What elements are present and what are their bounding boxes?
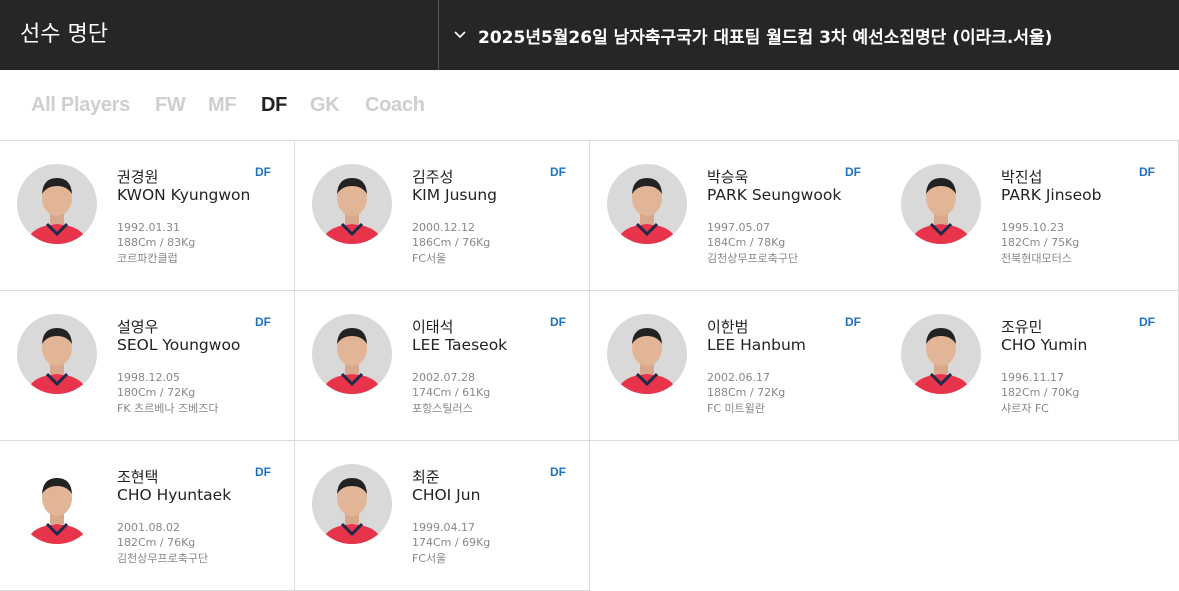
player-club: 샤르자 FC bbox=[1001, 402, 1049, 415]
player-korean-name: 박승욱 bbox=[707, 168, 749, 186]
player-card[interactable]: 박진섭 PARK Jinseob DF 1995.10.23 182Cm / 7… bbox=[884, 141, 1179, 291]
tab-df[interactable]: DF bbox=[261, 94, 287, 117]
player-korean-name: 설영우 bbox=[117, 318, 159, 336]
position-badge: DF bbox=[550, 465, 566, 479]
player-photo bbox=[312, 314, 392, 394]
player-english-name: LEE Taeseok bbox=[412, 336, 508, 354]
player-birthdate: 1992.01.31 bbox=[117, 221, 180, 234]
position-badge: DF bbox=[255, 465, 271, 479]
player-height-weight: 180Cm / 72Kg bbox=[117, 386, 196, 399]
player-card[interactable]: 권경원 KWON Kyungwon DF 1992.01.31 188Cm / … bbox=[0, 141, 295, 291]
player-photo bbox=[607, 164, 687, 244]
player-birthdate: 1996.11.17 bbox=[1001, 371, 1064, 384]
player-card[interactable]: 이태석 LEE Taeseok DF 2002.07.28 174Cm / 61… bbox=[295, 291, 590, 441]
player-photo bbox=[901, 314, 981, 394]
player-height-weight: 182Cm / 75Kg bbox=[1001, 236, 1080, 249]
player-club: 포항스틸러스 bbox=[412, 402, 473, 415]
player-card[interactable]: 최준 CHOI Jun DF 1999.04.17 174Cm / 69Kg F… bbox=[295, 441, 590, 591]
player-club: 김천상무프로축구단 bbox=[117, 552, 209, 565]
position-badge: DF bbox=[550, 165, 566, 179]
player-club: 김천상무프로축구단 bbox=[707, 252, 799, 265]
player-photo bbox=[607, 314, 687, 394]
player-korean-name: 박진섭 bbox=[1001, 168, 1043, 186]
player-card[interactable]: 조유민 CHO Yumin DF 1996.11.17 182Cm / 70Kg… bbox=[884, 291, 1179, 441]
squad-select-label: 2025년5월26일 남자축구국가 대표팀 월드컵 3차 예선소집명단 (이라크… bbox=[478, 27, 1053, 48]
player-korean-name: 조현택 bbox=[117, 468, 159, 486]
player-height-weight: 188Cm / 72Kg bbox=[707, 386, 786, 399]
player-height-weight: 174Cm / 61Kg bbox=[412, 386, 491, 399]
player-club: FC서울 bbox=[412, 552, 447, 565]
tab-mf[interactable]: MF bbox=[208, 94, 237, 117]
player-club: 코르파칸클럽 bbox=[117, 252, 178, 265]
player-photo bbox=[901, 164, 981, 244]
player-club: FC서울 bbox=[412, 252, 447, 265]
player-height-weight: 188Cm / 83Kg bbox=[117, 236, 196, 249]
player-height-weight: 186Cm / 76Kg bbox=[412, 236, 491, 249]
position-badge: DF bbox=[1139, 165, 1155, 179]
player-photo bbox=[17, 464, 97, 544]
player-korean-name: 김주성 bbox=[412, 168, 454, 186]
player-photo bbox=[312, 464, 392, 544]
player-club: FC 미트윌란 bbox=[707, 402, 765, 415]
top-header: 선수 명단 2025년5월26일 남자축구국가 대표팀 월드컵 3차 예선소집명… bbox=[0, 0, 1179, 70]
player-english-name: CHO Hyuntaek bbox=[117, 486, 232, 504]
player-korean-name: 권경원 bbox=[117, 168, 159, 186]
player-korean-name: 이태석 bbox=[412, 318, 454, 336]
tab-all-players[interactable]: All Players bbox=[31, 94, 130, 117]
position-tabs: All Players FW MF DF GK Coach bbox=[0, 70, 1179, 141]
position-badge: DF bbox=[255, 315, 271, 329]
position-badge: DF bbox=[845, 315, 861, 329]
chevron-down-icon bbox=[454, 31, 466, 39]
player-photo bbox=[312, 164, 392, 244]
tab-coach[interactable]: Coach bbox=[365, 94, 425, 117]
player-birthdate: 1997.05.07 bbox=[707, 221, 770, 234]
position-badge: DF bbox=[845, 165, 861, 179]
tab-fw[interactable]: FW bbox=[155, 94, 186, 117]
player-height-weight: 182Cm / 76Kg bbox=[117, 536, 196, 549]
player-photo bbox=[17, 164, 97, 244]
player-english-name: CHOI Jun bbox=[412, 486, 481, 504]
player-birthdate: 1998.12.05 bbox=[117, 371, 180, 384]
player-korean-name: 최준 bbox=[412, 468, 440, 486]
player-height-weight: 184Cm / 78Kg bbox=[707, 236, 786, 249]
player-club: 전북현대모터스 bbox=[1001, 252, 1072, 265]
player-english-name: KWON Kyungwon bbox=[117, 186, 251, 204]
player-english-name: SEOL Youngwoo bbox=[117, 336, 241, 354]
player-english-name: KIM Jusung bbox=[412, 186, 497, 204]
position-badge: DF bbox=[550, 315, 566, 329]
player-english-name: PARK Seungwook bbox=[707, 186, 842, 204]
player-card[interactable]: 김주성 KIM Jusung DF 2000.12.12 186Cm / 76K… bbox=[295, 141, 590, 291]
player-card[interactable]: 설영우 SEOL Youngwoo DF 1998.12.05 180Cm / … bbox=[0, 291, 295, 441]
player-card[interactable]: 이한범 LEE Hanbum DF 2002.06.17 188Cm / 72K… bbox=[590, 291, 885, 441]
player-club: FK 츠르베나 즈베즈다 bbox=[117, 402, 219, 415]
tab-gk[interactable]: GK bbox=[310, 94, 340, 117]
player-card[interactable]: 박승욱 PARK Seungwook DF 1997.05.07 184Cm /… bbox=[590, 141, 885, 291]
page-title: 선수 명단 bbox=[20, 22, 108, 47]
player-birthdate: 2002.07.28 bbox=[412, 371, 475, 384]
player-card[interactable]: 조현택 CHO Hyuntaek DF 2001.08.02 182Cm / 7… bbox=[0, 441, 295, 591]
squad-select-dropdown[interactable]: 2025년5월26일 남자축구국가 대표팀 월드컵 3차 예선소집명단 (이라크… bbox=[452, 0, 1052, 70]
header-divider bbox=[438, 0, 439, 70]
player-birthdate: 1999.04.17 bbox=[412, 521, 475, 534]
player-english-name: LEE Hanbum bbox=[707, 336, 806, 354]
player-height-weight: 182Cm / 70Kg bbox=[1001, 386, 1080, 399]
player-photo bbox=[17, 314, 97, 394]
player-birthdate: 2000.12.12 bbox=[412, 221, 475, 234]
player-height-weight: 174Cm / 69Kg bbox=[412, 536, 491, 549]
player-birthdate: 2002.06.17 bbox=[707, 371, 770, 384]
player-grid: 권경원 KWON Kyungwon DF 1992.01.31 188Cm / … bbox=[0, 141, 1179, 591]
position-badge: DF bbox=[255, 165, 271, 179]
player-birthdate: 1995.10.23 bbox=[1001, 221, 1064, 234]
player-english-name: PARK Jinseob bbox=[1001, 186, 1102, 204]
player-english-name: CHO Yumin bbox=[1001, 336, 1088, 354]
position-badge: DF bbox=[1139, 315, 1155, 329]
player-birthdate: 2001.08.02 bbox=[117, 521, 180, 534]
player-korean-name: 이한범 bbox=[707, 318, 749, 336]
player-korean-name: 조유민 bbox=[1001, 318, 1043, 336]
